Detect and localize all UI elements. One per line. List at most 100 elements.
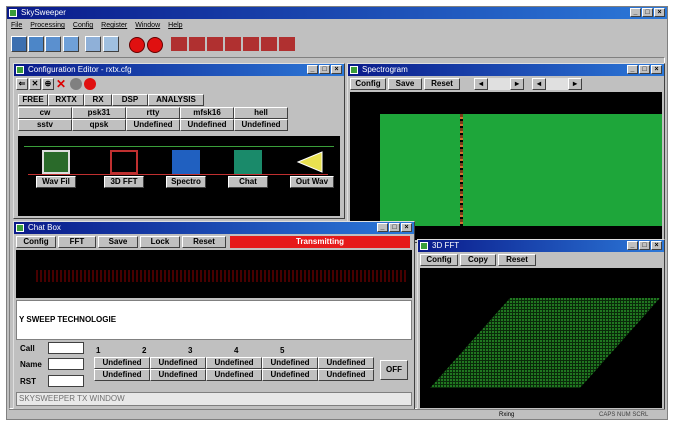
macro-button[interactable]: Undefined <box>318 369 374 381</box>
mode-undefined[interactable]: Undefined <box>180 119 234 131</box>
macro-button[interactable]: Undefined <box>206 369 262 381</box>
tx-input[interactable]: SKYSWEEPER TX WINDOW <box>16 392 412 406</box>
minimize-button[interactable]: _ <box>377 223 388 232</box>
mode-cw[interactable]: cw <box>18 107 72 119</box>
scroll-track[interactable] <box>546 78 568 90</box>
mode-undefined[interactable]: Undefined <box>234 119 288 131</box>
print-icon[interactable] <box>45 36 61 52</box>
tab-rx[interactable]: RX <box>84 94 112 106</box>
cut-icon[interactable]: ✕ <box>29 78 41 90</box>
open-icon[interactable] <box>11 36 27 52</box>
wand-icon[interactable] <box>103 36 119 52</box>
macro-button[interactable]: Undefined <box>150 369 206 381</box>
macro-button[interactable]: Undefined <box>206 357 262 369</box>
tab-rxtx[interactable]: RXTX <box>48 94 84 106</box>
gray-circle-icon[interactable] <box>70 78 82 90</box>
off-button[interactable]: OFF <box>380 360 408 380</box>
menu-config[interactable]: Config <box>73 20 93 31</box>
module-chat[interactable]: Chat <box>228 150 268 192</box>
back-icon[interactable]: ⇐ <box>16 78 28 90</box>
scroll-left-icon[interactable]: ◂ <box>532 78 546 90</box>
fft-button[interactable]: FFT <box>58 236 96 248</box>
macro-num[interactable]: 2 <box>142 346 146 355</box>
reset-button[interactable]: Reset <box>498 254 536 266</box>
receive-text-area[interactable]: Y SWEEP TECHNOLOGIE <box>16 300 412 340</box>
maximize-button[interactable]: □ <box>639 65 650 74</box>
menu-window[interactable]: Window <box>135 20 160 31</box>
config-button[interactable]: Config <box>420 254 458 266</box>
close-button[interactable]: × <box>651 241 662 250</box>
tool-icon[interactable] <box>85 36 101 52</box>
mode-sstv[interactable]: sstv <box>18 119 72 131</box>
chat-box-titlebar[interactable]: Chat Box _ □ × <box>14 222 414 234</box>
minimize-button[interactable]: _ <box>630 8 641 17</box>
lock-button[interactable]: Lock <box>140 236 180 248</box>
close-button[interactable]: × <box>654 8 665 17</box>
macro-num[interactable]: 4 <box>234 346 238 355</box>
macro-button[interactable]: Undefined <box>94 369 150 381</box>
menu-processing[interactable]: Processing <box>30 20 65 31</box>
mode-mfsk16[interactable]: mfsk16 <box>180 107 234 119</box>
minimize-button[interactable]: _ <box>307 65 318 74</box>
mode-hell[interactable]: hell <box>234 107 288 119</box>
mode-qpsk[interactable]: qpsk <box>72 119 126 131</box>
config-button[interactable]: Config <box>16 236 56 248</box>
macro-num[interactable]: 3 <box>188 346 192 355</box>
grid-icon[interactable] <box>225 37 241 51</box>
macro-num[interactable]: 1 <box>96 346 100 355</box>
mode-rtty[interactable]: rtty <box>126 107 180 119</box>
macro-button[interactable]: Undefined <box>262 369 318 381</box>
config-button[interactable]: Config <box>350 78 386 90</box>
main-titlebar[interactable]: SkySweeper _ □ × <box>7 7 667 19</box>
close-button[interactable]: × <box>651 65 662 74</box>
grid-icon[interactable] <box>207 37 223 51</box>
rst-input[interactable] <box>48 375 84 387</box>
maximize-button[interactable]: □ <box>389 223 400 232</box>
name-input[interactable] <box>48 358 84 370</box>
tab-free[interactable]: FREE <box>18 94 48 106</box>
tab-analysis[interactable]: ANALYSIS <box>148 94 204 106</box>
spectrogram-titlebar[interactable]: Spectrogram _ □ × <box>348 64 664 76</box>
save-button[interactable]: Save <box>388 78 422 90</box>
menu-help[interactable]: Help <box>168 20 182 31</box>
copy-button[interactable]: Copy <box>460 254 496 266</box>
mode-undefined[interactable]: Undefined <box>126 119 180 131</box>
fft3d-titlebar[interactable]: 3D FFT _ □ × <box>418 240 664 252</box>
config-editor-titlebar[interactable]: Configuration Editor - rxtx.cfg _ □ × <box>14 64 344 76</box>
maximize-button[interactable]: □ <box>642 8 653 17</box>
macro-button[interactable]: Undefined <box>150 357 206 369</box>
scroll-right-icon[interactable]: ▸ <box>568 78 582 90</box>
module-wav-file[interactable]: Wav Fil <box>36 150 76 192</box>
maximize-button[interactable]: □ <box>639 241 650 250</box>
scroll-track[interactable] <box>488 78 510 90</box>
reset-button[interactable]: Reset <box>182 236 226 248</box>
stop-red-icon[interactable] <box>147 37 163 53</box>
module-out-wav[interactable]: Out Wav <box>290 150 334 192</box>
red-circle-icon[interactable] <box>84 78 96 90</box>
delete-icon[interactable]: ✕ <box>56 78 68 90</box>
menu-register[interactable]: Register <box>101 20 127 31</box>
macro-button[interactable]: Undefined <box>262 357 318 369</box>
module-3d-fft[interactable]: 3D FFT <box>104 150 144 192</box>
tab-dsp[interactable]: DSP <box>112 94 148 106</box>
filter-icon[interactable] <box>63 36 79 52</box>
close-button[interactable]: × <box>401 223 412 232</box>
macro-button[interactable]: Undefined <box>318 357 374 369</box>
macro-num[interactable]: 5 <box>280 346 284 355</box>
menu-file[interactable]: File <box>11 20 22 31</box>
scroll-right-icon[interactable]: ▸ <box>510 78 524 90</box>
grid-icon[interactable] <box>261 37 277 51</box>
save-button[interactable]: Save <box>98 236 138 248</box>
macro-button[interactable]: Undefined <box>94 357 150 369</box>
maximize-button[interactable]: □ <box>319 65 330 74</box>
reset-button[interactable]: Reset <box>424 78 460 90</box>
grid-icon[interactable] <box>243 37 259 51</box>
minimize-button[interactable]: _ <box>627 241 638 250</box>
close-button[interactable]: × <box>331 65 342 74</box>
scroll-left-icon[interactable]: ◂ <box>474 78 488 90</box>
copy-icon[interactable]: ⊕ <box>42 78 54 90</box>
call-input[interactable] <box>48 342 84 354</box>
grid-icon[interactable] <box>189 37 205 51</box>
record-red-icon[interactable] <box>129 37 145 53</box>
grid-icon[interactable] <box>171 37 187 51</box>
